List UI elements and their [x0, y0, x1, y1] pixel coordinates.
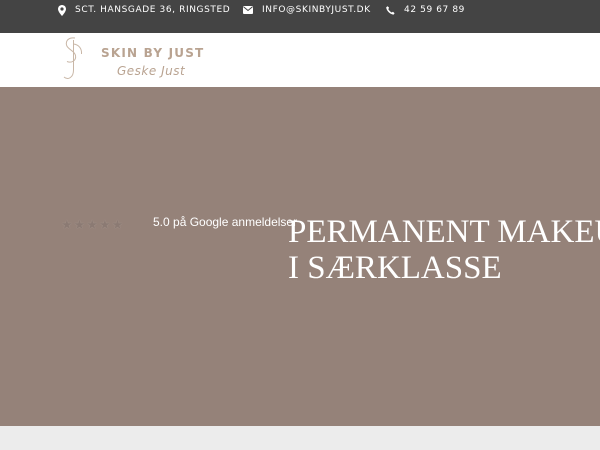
email-link[interactable]: INFO@SKINBYJUST.DK [262, 5, 371, 15]
hero-title-line-2: I SÆRKLASSE [288, 250, 502, 286]
logo-name[interactable]: SKIN BY JUST [101, 46, 204, 60]
phone-link[interactable]: 42 59 67 89 [404, 5, 465, 15]
top-info-bar: SCT. HANSGADE 36, RINGSTED INFO@SKINBYJU… [0, 0, 600, 33]
bottom-section [0, 426, 600, 450]
envelope-icon [243, 6, 253, 14]
rating-stars: ★ ★ ★ ★ ★ [61, 218, 124, 231]
phone-icon [386, 5, 395, 15]
star-icon: ★ [86, 217, 98, 232]
map-pin-icon [58, 4, 66, 16]
hero-title: PERMANENT MAKEUP I SÆRKLASSE [288, 214, 600, 286]
star-icon: ★ [98, 217, 111, 232]
logo-subtitle: Geske Just [117, 64, 186, 78]
email-item[interactable]: INFO@SKINBYJUST.DK [243, 4, 371, 16]
star-icon: ★ [61, 217, 73, 232]
site-header: SKIN BY JUST Geske Just [0, 33, 600, 87]
hero-title-line-1: PERMANENT MAKEUP [288, 214, 600, 250]
address-text: SCT. HANSGADE 36, RINGSTED [75, 5, 231, 15]
rating-text: 5.0 på Google anmeldelser [153, 215, 298, 229]
logo-monogram-icon[interactable] [58, 35, 92, 90]
star-icon: ★ [111, 217, 124, 232]
star-icon: ★ [73, 217, 86, 232]
phone-item[interactable]: 42 59 67 89 [386, 4, 465, 16]
hero-section: ★ ★ ★ ★ ★ 5.0 på Google anmeldelser PERM… [0, 87, 600, 426]
address-item[interactable]: SCT. HANSGADE 36, RINGSTED [58, 4, 230, 16]
